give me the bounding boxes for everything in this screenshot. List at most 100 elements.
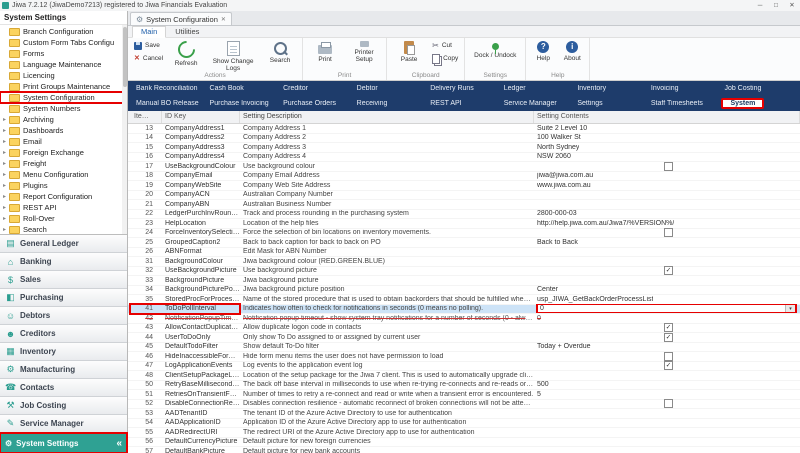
tree-item-licencing[interactable]: Licencing <box>0 70 127 81</box>
tree-item-plugins[interactable]: ▸Plugins <box>0 180 127 191</box>
setting-row[interactable]: 51RetriesOnTransientFailureNumber of tim… <box>128 390 800 400</box>
tree-item-foreign-exchange[interactable]: ▸Foreign Exchange <box>0 147 127 158</box>
setting-row[interactable]: 20CompanyACNAustralian Company Number <box>128 191 800 201</box>
setting-checkbox[interactable]: ✓ <box>664 323 673 332</box>
category-delivery-runs[interactable]: Delivery Runs <box>428 85 502 92</box>
category-settings[interactable]: Settings <box>575 100 649 107</box>
setting-row[interactable]: 25GroupedCaption2Back to back caption fo… <box>128 238 800 248</box>
setting-row[interactable]: 26ABNFormatEdit Mask for ABN Number <box>128 248 800 258</box>
dock-undock-button[interactable]: Dock / Undock <box>469 40 521 59</box>
cut-button[interactable]: ✂ Cut <box>430 40 460 51</box>
setting-row[interactable]: 55AADRedirectURIThe redirect URI of the … <box>128 428 800 438</box>
column-header-id-key[interactable]: ID Key <box>162 111 240 123</box>
cancel-button[interactable]: ✕ Cancel <box>132 53 165 64</box>
paste-button[interactable]: Paste <box>391 40 427 63</box>
category-purchase-invoicing[interactable]: Purchase Invoicing <box>208 100 282 107</box>
print-button[interactable]: Print <box>307 40 343 63</box>
tree-item-report-configuration[interactable]: ▸Report Configuration <box>0 191 127 202</box>
category-system[interactable]: System <box>722 99 763 108</box>
category-service-manager[interactable]: Service Manager <box>502 100 576 107</box>
refresh-button[interactable]: Refresh <box>168 40 204 67</box>
setting-row[interactable]: 47LogApplicationEventsLog events to the … <box>128 362 800 372</box>
show-change-logs-button[interactable]: Show Change Logs <box>207 40 259 72</box>
tree-item-language-maintenance[interactable]: Language Maintenance <box>0 59 127 70</box>
sidebar-item-creditors[interactable]: ☻Creditors <box>0 325 127 343</box>
sidebar-item-sales[interactable]: $Sales <box>0 271 127 289</box>
setting-row[interactable]: 43AllowContactDuplicateLogonAllow duplic… <box>128 324 800 334</box>
chevron-down-icon[interactable]: ▾ <box>785 305 795 312</box>
save-button[interactable]: Save <box>132 40 165 51</box>
setting-row[interactable]: 54AADApplicationIDApplication ID of the … <box>128 419 800 429</box>
category-creditor[interactable]: Creditor <box>281 85 355 92</box>
maximize-button[interactable]: □ <box>768 0 784 11</box>
copy-button[interactable]: Copy <box>430 53 460 64</box>
category-cash-book[interactable]: Cash Book <box>208 85 282 92</box>
setting-row[interactable]: 56DefaultCurrencyPictureDefault picture … <box>128 438 800 448</box>
ribbon-tab-utilities[interactable]: Utilities <box>167 27 207 37</box>
category-ledger[interactable]: Ledger <box>502 85 576 92</box>
tree-item-menu-configuration[interactable]: ▸Menu Configuration <box>0 169 127 180</box>
tree-item-forms[interactable]: Forms <box>0 48 127 59</box>
tree-item-roll-over[interactable]: ▸Roll-Over <box>0 213 127 224</box>
setting-row[interactable]: 24ForceInventorySelectionForce the selec… <box>128 229 800 239</box>
column-header-setting-description[interactable]: Setting Description <box>240 111 534 123</box>
tree-item-system-numbers[interactable]: System Numbers <box>0 103 127 114</box>
setting-checkbox[interactable] <box>664 228 673 237</box>
setting-row[interactable]: 44UserToDoOnlyOnly show To Do assigned t… <box>128 333 800 343</box>
setting-row[interactable]: 41ToDoPollIntervalIndicates how often to… <box>128 305 800 315</box>
tree-item-branch-configuration[interactable]: Branch Configuration <box>0 26 127 37</box>
setting-row[interactable]: 13CompanyAddress1Company Address 1Suite … <box>128 124 800 134</box>
category-invoicing[interactable]: Invoicing <box>649 85 723 92</box>
setting-row[interactable]: 23HelpLocationLocation of the help files… <box>128 219 800 229</box>
setting-row[interactable]: 45DefaultTodoFilterShow default To-Do fi… <box>128 343 800 353</box>
help-button[interactable]: ? Help <box>530 40 556 62</box>
setting-row[interactable]: 15CompanyAddress3Company Address 3North … <box>128 143 800 153</box>
tree-item-archiving[interactable]: ▸Archiving <box>0 114 127 125</box>
sidebar-item-contacts[interactable]: ☎Contacts <box>0 379 127 397</box>
setting-row[interactable]: 33BackgroundPictureJiwa background pictu… <box>128 276 800 286</box>
search-button[interactable]: Search <box>262 40 298 64</box>
category-bank-reconciliation[interactable]: Bank Reconciliation <box>134 85 208 92</box>
sidebar-item-manufacturing[interactable]: ⚙Manufacturing <box>0 361 127 379</box>
sidebar-item-purchasing[interactable]: ◧Purchasing <box>0 289 127 307</box>
category-manual-bo-release[interactable]: Manual BO Release <box>134 100 208 107</box>
tree-scrollbar[interactable] <box>122 25 127 234</box>
category-purchase-orders[interactable]: Purchase Orders <box>281 100 355 107</box>
setting-row[interactable]: 48ClientSetupPackageLocationLocation of … <box>128 371 800 381</box>
setting-row[interactable]: 14CompanyAddress2Company Address 2100 Wa… <box>128 134 800 144</box>
setting-checkbox[interactable] <box>664 352 673 361</box>
setting-row[interactable]: 50RetryBaseMillisecondsIntervalThe back … <box>128 381 800 391</box>
collapse-sidebar-icon[interactable]: « <box>116 438 122 449</box>
close-tab-icon[interactable]: ✕ <box>221 16 226 23</box>
category-debtor[interactable]: Debtor <box>355 85 429 92</box>
category-inventory[interactable]: Inventory <box>575 85 649 92</box>
sidebar-item-service-manager[interactable]: ✎Service Manager <box>0 415 127 433</box>
setting-row[interactable]: 34BackgroundPicturePositionJiwa backgrou… <box>128 286 800 296</box>
category-staff-timesheets[interactable]: Staff Timesheets <box>649 100 723 107</box>
ribbon-tab-main[interactable]: Main <box>132 26 166 38</box>
setting-checkbox[interactable] <box>664 162 673 171</box>
printer-setup-button[interactable]: Printer Setup <box>346 40 382 63</box>
setting-checkbox[interactable] <box>664 399 673 408</box>
setting-row[interactable]: 46HideInaccessibleFormsInMenuHide form m… <box>128 352 800 362</box>
tree-scrollbar-thumb[interactable] <box>123 27 127 87</box>
sidebar-item-inventory[interactable]: ▦Inventory <box>0 343 127 361</box>
minimize-button[interactable]: ─ <box>752 0 768 11</box>
tree-item-search[interactable]: ▸Search <box>0 224 127 234</box>
tree-item-email[interactable]: ▸Email <box>0 136 127 147</box>
setting-row[interactable]: 16CompanyAddress4Company Address 4NSW 20… <box>128 153 800 163</box>
column-header-item-no[interactable]: Item No. <box>128 111 162 123</box>
setting-row[interactable]: 32UseBackgroundPictureUse background pic… <box>128 267 800 277</box>
sidebar-item-debtors[interactable]: ☺Debtors <box>0 307 127 325</box>
column-header-setting-contents[interactable]: Setting Contents <box>534 111 800 123</box>
setting-row[interactable]: 42NotificationPopupTimeoutSecondsNotific… <box>128 314 800 324</box>
tab-system-configuration[interactable]: ⚙ System Configuration ✕ <box>130 12 232 25</box>
tree-item-custom-form-tabs-configu[interactable]: Custom Form Tabs Configu <box>0 37 127 48</box>
sidebar-item-banking[interactable]: ⌂Banking <box>0 253 127 271</box>
setting-row[interactable]: 35StoredProcForProcessBackOrdersName of … <box>128 295 800 305</box>
tree-item-print-groups-maintenance[interactable]: Print Groups Maintenance <box>0 81 127 92</box>
setting-row[interactable]: 31BackgroundColourJiwa background colour… <box>128 257 800 267</box>
setting-row[interactable]: 19CompanyWebSiteCompany Web Site Address… <box>128 181 800 191</box>
setting-row[interactable]: 22LedgerPurchInvRoundingTrack and proces… <box>128 210 800 220</box>
tree-item-system-configuration[interactable]: System Configuration <box>0 92 127 103</box>
